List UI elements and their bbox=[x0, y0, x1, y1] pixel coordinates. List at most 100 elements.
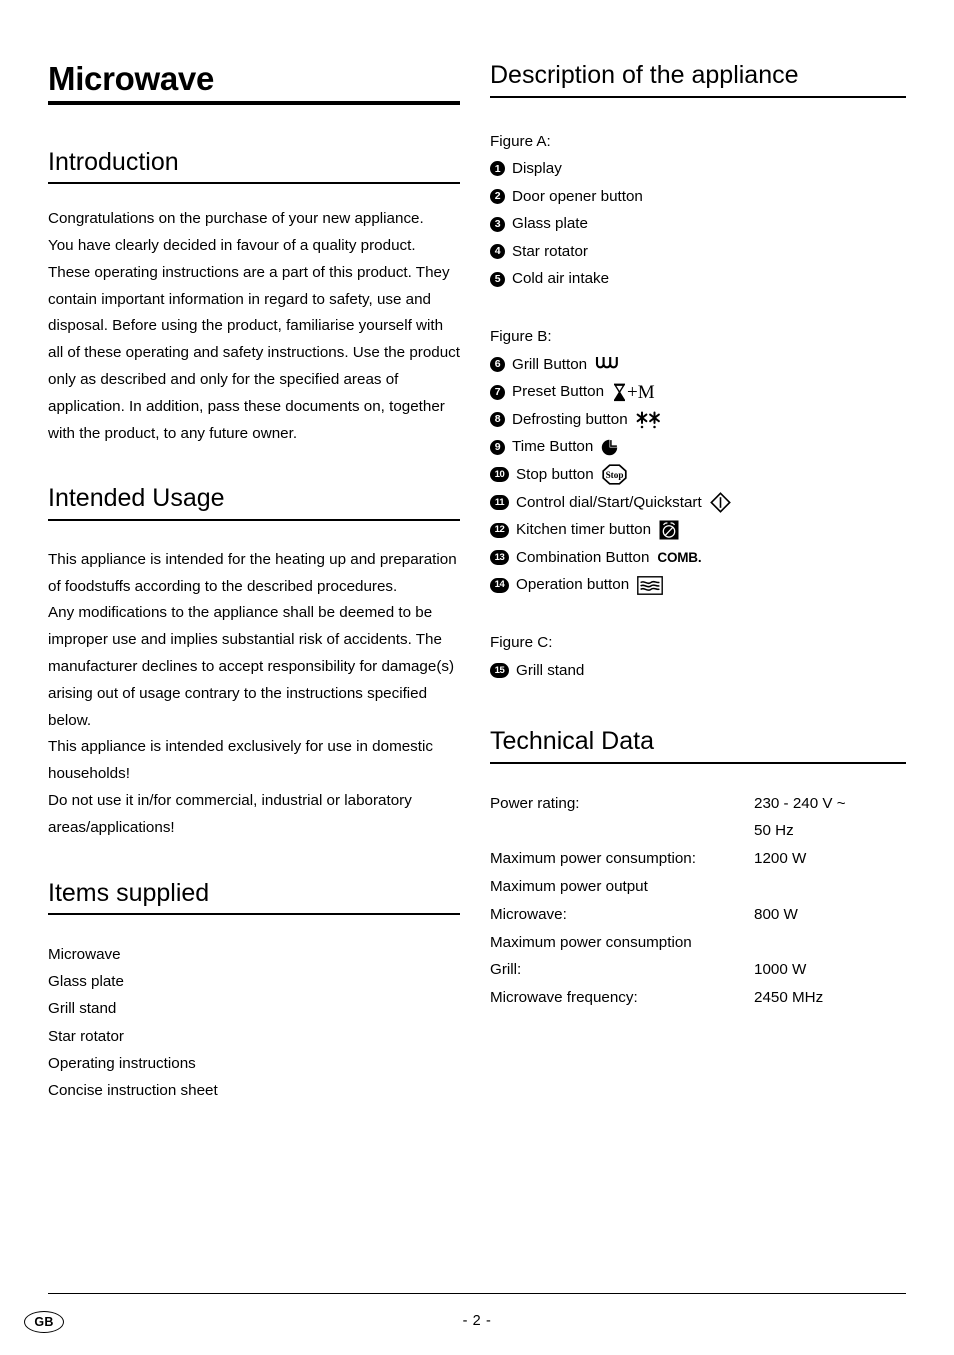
table-row: Maximum power consumption: 1200 W bbox=[490, 845, 906, 873]
page-title: Microwave bbox=[48, 61, 460, 105]
item-number-badge: 10 bbox=[490, 467, 509, 483]
list-item: Glass plate bbox=[48, 973, 124, 991]
heading-description-of-the-appliance: Description of the appliance bbox=[490, 61, 906, 98]
items-supplied-list: Microwave Glass plate Grill stand Star r… bbox=[48, 941, 460, 1104]
list-item: 1 Display bbox=[490, 155, 906, 183]
heading-intended-usage: Intended Usage bbox=[48, 485, 460, 521]
tech-label: Maximum power consumption bbox=[490, 933, 692, 951]
list-item: 11 Control dial/Start/Quickstart bbox=[490, 489, 906, 517]
technical-data-table: Power rating: 230 - 240 V ~ 50 Hz Maximu… bbox=[490, 790, 906, 1012]
tech-label: Maximum power consumption: bbox=[490, 850, 696, 868]
heading-technical-data: Technical Data bbox=[490, 728, 906, 764]
list-item: 15 Grill stand bbox=[490, 657, 906, 685]
tech-value: 230 - 240 V ~ bbox=[754, 794, 846, 812]
item-label: Defrosting button bbox=[512, 410, 628, 428]
tech-label: Grill: bbox=[490, 961, 522, 979]
tech-value: 50 Hz bbox=[754, 822, 794, 840]
list-item: 8 Defrosting button bbox=[490, 406, 906, 434]
list-item: Concise instruction sheet bbox=[48, 1082, 218, 1100]
item-number-badge: 11 bbox=[490, 494, 509, 510]
plus-m-label: +M bbox=[627, 381, 655, 403]
figure-b-list: 6 Grill Button 7 Preset Button +M 8 Defr… bbox=[490, 351, 906, 599]
introduction-paragraph-1: Congratulations on the purchase of your … bbox=[48, 210, 424, 228]
right-column: Description of the appliance Figure A: 1… bbox=[490, 61, 906, 1012]
hourglass-plus-m-icon: +M bbox=[612, 383, 655, 402]
item-label: Door opener button bbox=[512, 187, 643, 205]
item-number-badge: 15 bbox=[490, 662, 509, 678]
item-label: Grill stand bbox=[516, 661, 585, 679]
item-number-badge: 6 bbox=[490, 356, 505, 372]
list-item: 12 Kitchen timer button bbox=[490, 516, 906, 544]
item-number-badge: 2 bbox=[490, 188, 505, 204]
heading-introduction: Introduction bbox=[48, 148, 460, 185]
list-item: 9 Time Button bbox=[490, 433, 906, 461]
list-item: 2 Door opener button bbox=[490, 183, 906, 211]
intended-usage-paragraph-2: Any modifications to the appliance shall… bbox=[48, 604, 455, 729]
tech-label: Power rating: bbox=[490, 794, 580, 812]
grill-element-icon bbox=[595, 356, 619, 372]
footer-divider bbox=[48, 1293, 906, 1294]
item-label: Time Button bbox=[512, 438, 594, 456]
tech-value: 2450 MHz bbox=[754, 989, 824, 1007]
item-label: Combination Button bbox=[516, 548, 650, 566]
stop-octagon-icon: Stop bbox=[602, 464, 627, 485]
item-label: Control dial/Start/Quickstart bbox=[516, 493, 702, 511]
item-label: Glass plate bbox=[512, 215, 588, 233]
introduction-paragraph-2: You have clearly decided in favour of a … bbox=[48, 236, 460, 442]
tech-value: 1200 W bbox=[754, 850, 807, 868]
list-item: Grill stand bbox=[48, 1000, 117, 1018]
tech-value bbox=[754, 929, 906, 957]
table-row: 50 Hz bbox=[490, 817, 906, 845]
table-row: Grill: 1000 W bbox=[490, 956, 906, 984]
figure-c-list: 15 Grill stand bbox=[490, 657, 906, 685]
microwave-waves-icon bbox=[637, 575, 664, 595]
table-row: Microwave: 800 W bbox=[490, 901, 906, 929]
figure-c-label: Figure C: bbox=[490, 634, 553, 651]
intended-usage-paragraph-3: This appliance is intended exclusively f… bbox=[48, 738, 433, 783]
item-label: Preset Button bbox=[512, 383, 605, 401]
tech-value: 1000 W bbox=[754, 961, 807, 979]
item-number-badge: 14 bbox=[490, 577, 509, 593]
item-label: Kitchen timer button bbox=[516, 521, 652, 539]
item-label: Display bbox=[512, 160, 562, 178]
pie-clock-icon bbox=[601, 439, 618, 456]
item-number-badge: 5 bbox=[490, 271, 505, 287]
tech-label: Microwave: bbox=[490, 905, 567, 923]
alarm-clock-icon bbox=[659, 520, 679, 540]
item-label: Stop button bbox=[516, 466, 594, 484]
snowflake-pair-icon bbox=[636, 410, 662, 430]
item-label: Cold air intake bbox=[512, 270, 610, 288]
svg-text:Stop: Stop bbox=[605, 471, 623, 481]
table-row: Maximum power output bbox=[490, 873, 906, 901]
figure-a-list: 1 Display 2 Door opener button 3 Glass p… bbox=[490, 155, 906, 293]
tech-label bbox=[490, 817, 754, 845]
item-number-badge: 7 bbox=[490, 384, 505, 400]
left-column: Microwave Introduction Congratulations o… bbox=[48, 61, 460, 1104]
list-item: Operating instructions bbox=[48, 1054, 196, 1072]
item-number-badge: 1 bbox=[490, 161, 505, 177]
list-item: 6 Grill Button bbox=[490, 351, 906, 379]
intended-usage-paragraph-4: Do not use it in/for commercial, industr… bbox=[48, 791, 412, 836]
list-item: 5 Cold air intake bbox=[490, 265, 906, 293]
figure-a-label: Figure A: bbox=[490, 132, 551, 150]
tech-label: Microwave frequency: bbox=[490, 989, 638, 1007]
page: Microwave Introduction Congratulations o… bbox=[0, 0, 954, 1355]
tech-value bbox=[754, 873, 906, 901]
item-number-badge: 12 bbox=[490, 522, 509, 538]
item-label: Star rotator bbox=[512, 242, 588, 260]
item-number-badge: 8 bbox=[490, 412, 505, 428]
list-item: Star rotator bbox=[48, 1027, 124, 1045]
item-label: Operation button bbox=[516, 576, 630, 594]
item-number-badge: 9 bbox=[490, 439, 505, 455]
comb-text-icon: COMB. bbox=[657, 549, 702, 565]
figure-b-label: Figure B: bbox=[490, 328, 552, 346]
diamond-start-icon bbox=[709, 492, 731, 513]
heading-items-supplied: Items supplied bbox=[48, 879, 460, 916]
tech-label: Maximum power output bbox=[490, 878, 648, 896]
item-number-badge: 13 bbox=[490, 550, 509, 566]
list-item: 10 Stop button Stop bbox=[490, 461, 906, 489]
table-row: Microwave frequency: 2450 MHz bbox=[490, 984, 906, 1012]
list-item: 13 Combination Button COMB. bbox=[490, 544, 906, 572]
table-row: Power rating: 230 - 240 V ~ bbox=[490, 790, 906, 818]
table-row: Maximum power consumption bbox=[490, 929, 906, 957]
